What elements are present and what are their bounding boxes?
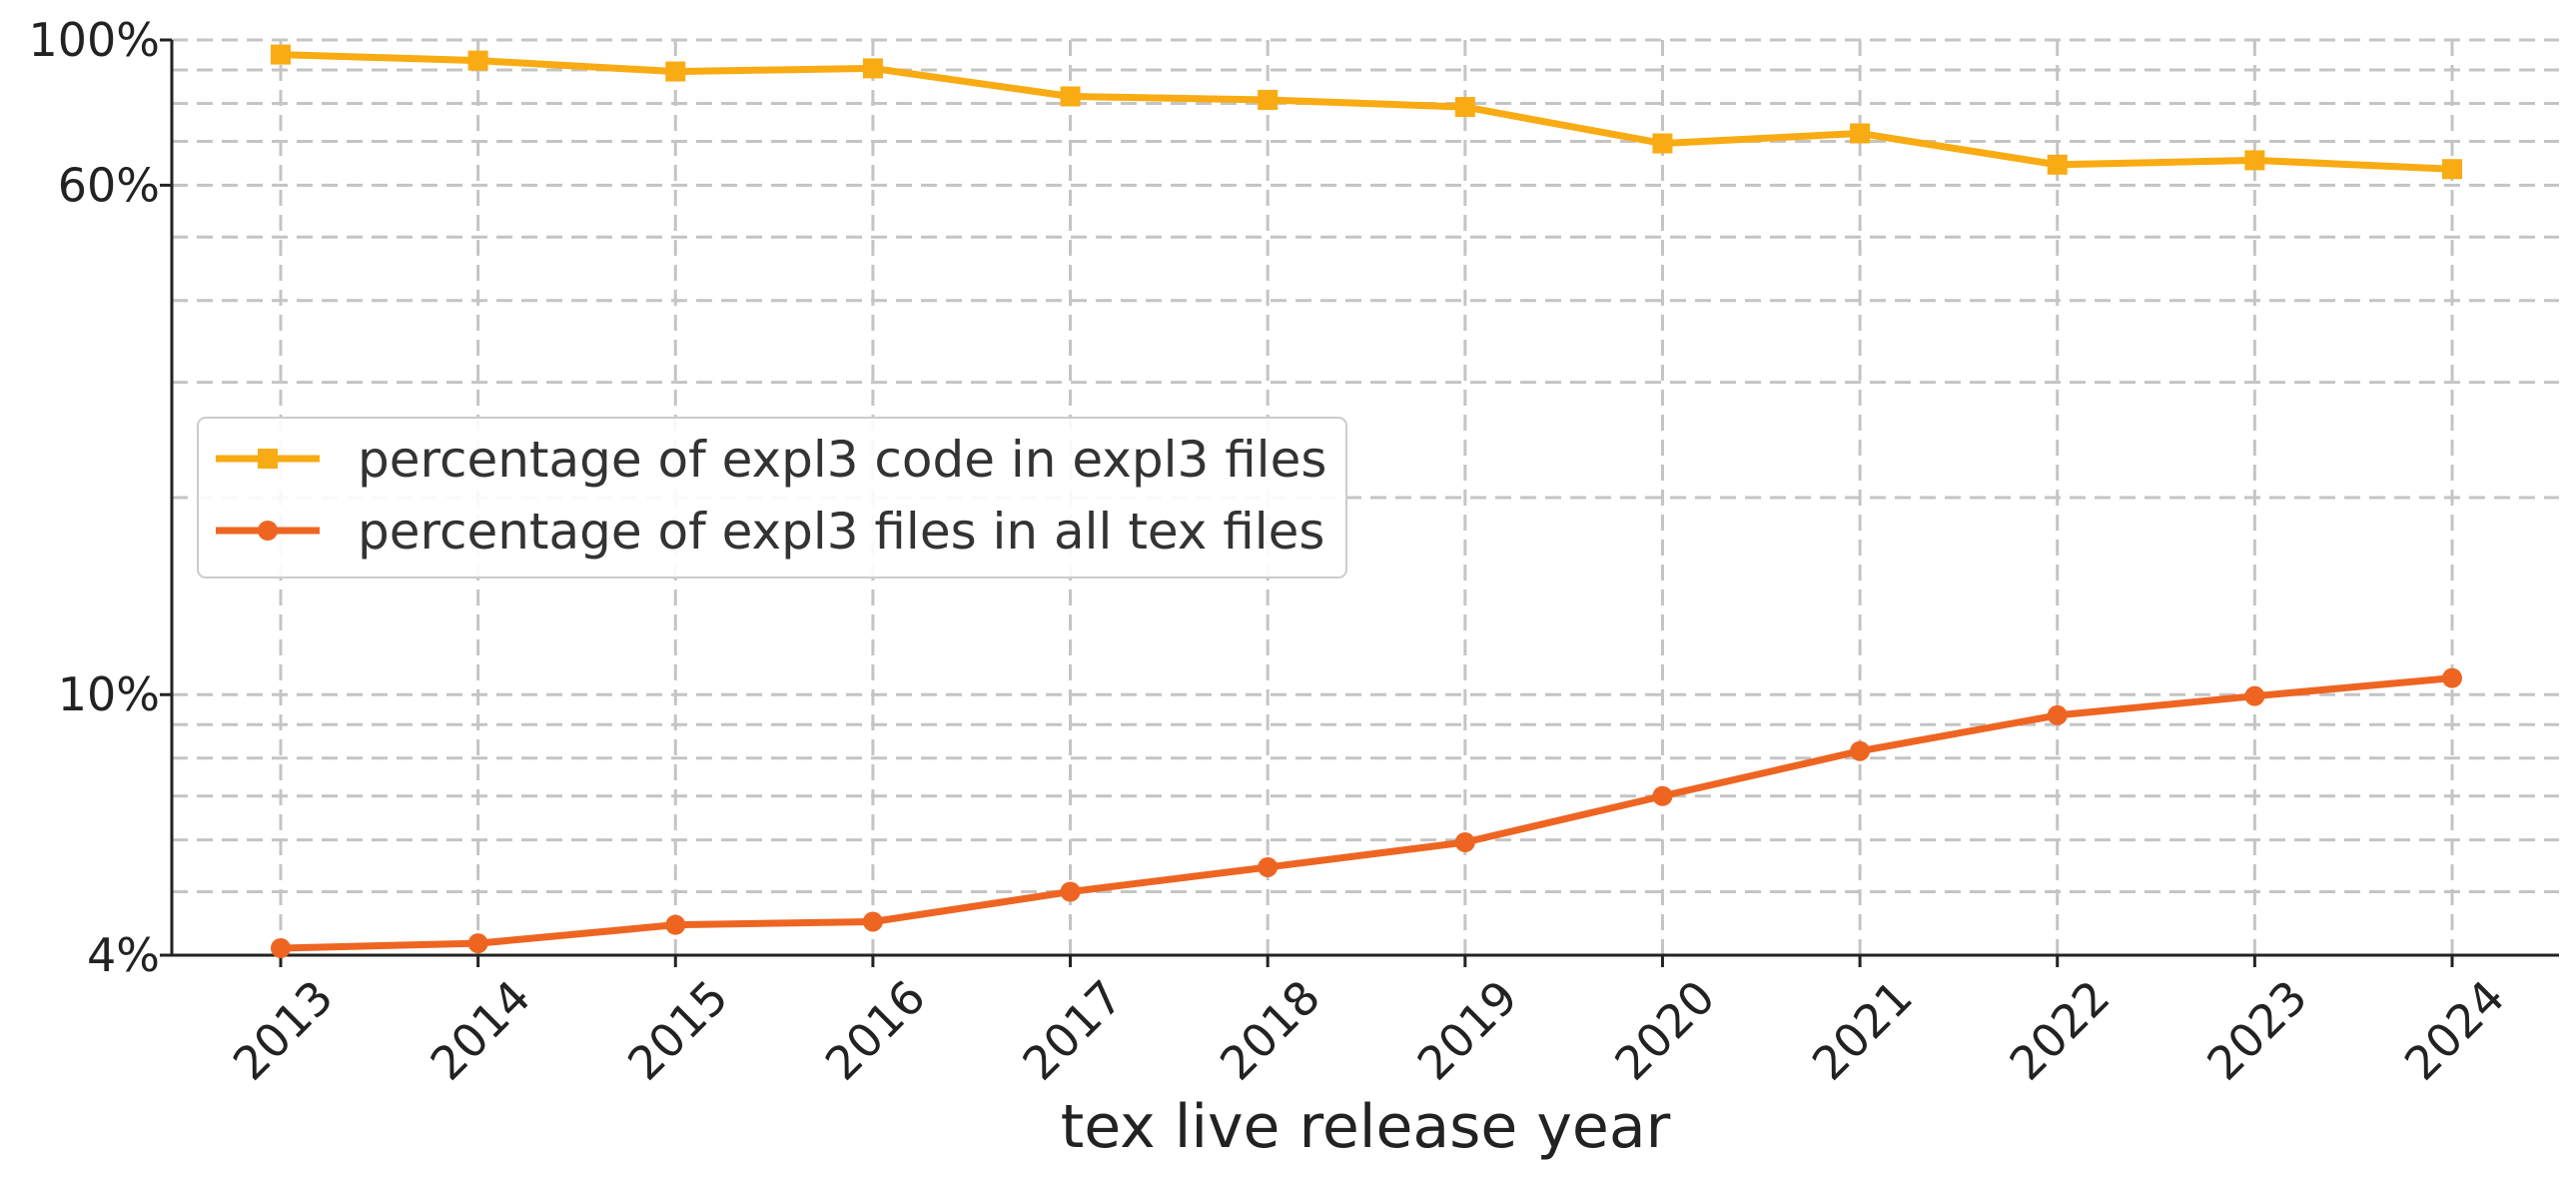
data-point-circle <box>1652 785 1673 806</box>
data-point-square <box>1060 86 1081 107</box>
x-tick-label: 2016 <box>815 970 936 1091</box>
series-line <box>277 674 2456 952</box>
x-tick-label: 2015 <box>617 970 738 1091</box>
legend-entry: percentage of expl3 code in expl3 files <box>216 431 1326 489</box>
data-point-square <box>271 44 291 65</box>
data-point-square <box>1850 123 1871 144</box>
series-line <box>277 51 2456 173</box>
data-point-circle <box>1258 856 1279 877</box>
legend-label: percentage of expl3 files in all tex fil… <box>358 503 1324 561</box>
x-axis-title: tex live release year <box>1061 1092 1671 1162</box>
data-point-square <box>2047 154 2068 175</box>
y-tick-label: 4% <box>87 928 160 982</box>
legend-entry: percentage of expl3 files in all tex fil… <box>216 503 1324 561</box>
x-tick-label: 2023 <box>2196 970 2317 1091</box>
y-tick-label: 100% <box>28 13 160 67</box>
x-tick-label: 2018 <box>1210 970 1330 1091</box>
data-point-circle <box>2442 667 2462 688</box>
data-point-circle <box>2244 685 2265 706</box>
data-point-square <box>862 58 883 79</box>
data-point-square <box>467 50 488 71</box>
data-point-circle <box>665 914 686 935</box>
data-point-square <box>2442 159 2462 180</box>
series-2 <box>271 667 2462 958</box>
line-chart: 100%60%10%4% 2013 2014 2015 2016 2017 2018 201… <box>28 13 2559 1162</box>
x-tick-label: 2024 <box>2394 970 2515 1091</box>
data-point-circle <box>862 911 883 932</box>
legend-marker-circle <box>258 521 278 541</box>
data-point-square <box>1454 97 1475 118</box>
data-point-square <box>1258 89 1279 110</box>
y-tick-label: 10% <box>58 667 160 721</box>
y-tick-label: 60% <box>58 158 160 212</box>
data-point-square <box>2244 150 2265 171</box>
x-tick-label: 2019 <box>1407 970 1528 1091</box>
data-point-square <box>665 61 686 82</box>
x-tick-label: 2020 <box>1604 970 1725 1091</box>
series-1 <box>271 44 2462 180</box>
data-point-square <box>1652 133 1673 154</box>
data-point-circle <box>2047 704 2068 725</box>
x-tick-label: 2017 <box>1012 970 1133 1091</box>
y-ticks: 100% 60% 10% 4% <box>28 13 172 982</box>
data-point-circle <box>1060 881 1081 902</box>
legend-marker-square <box>258 449 278 469</box>
data-point-circle <box>1850 740 1871 761</box>
x-tick-label: 2022 <box>2000 970 2121 1091</box>
data-point-circle <box>271 937 291 958</box>
x-tick-label: 2013 <box>223 970 344 1091</box>
legend-label: percentage of expl3 code in expl3 files <box>358 431 1326 489</box>
data-point-circle <box>467 933 488 954</box>
x-tick-label: 2021 <box>1802 970 1923 1091</box>
x-tick-label: 2014 <box>420 970 540 1091</box>
legend: percentage of expl3 code in expl3 files p… <box>197 417 1347 579</box>
data-point-circle <box>1454 831 1475 852</box>
x-ticks: 2013 2014 2015 2016 2017 2018 2019 2020 2021 2022… <box>223 955 2515 1091</box>
